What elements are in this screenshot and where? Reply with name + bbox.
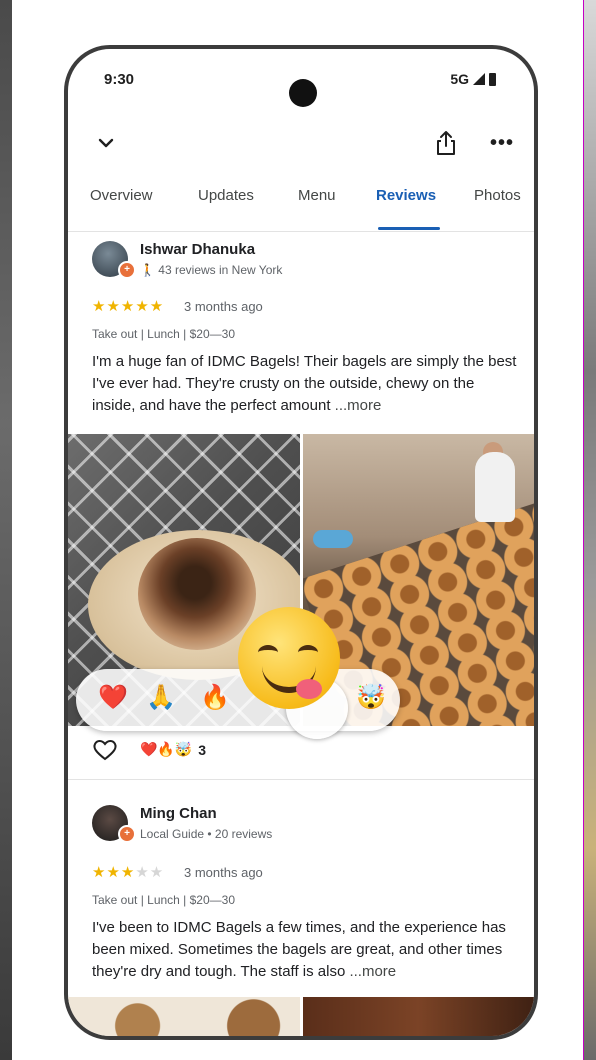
tab-menu[interactable]: Menu [298, 187, 336, 204]
stars-empty: ★★ [135, 864, 165, 881]
reviewer-name[interactable]: Ming Chan [140, 805, 217, 822]
top-app-bar: ••• [68, 125, 534, 169]
status-bar: 9:30 5G [68, 49, 534, 113]
emoji-eye-right [298, 645, 318, 660]
review-text: I'm a huge fan of IDMC Bagels! Their bag… [92, 351, 518, 417]
tab-reviews[interactable]: Reviews [376, 187, 436, 204]
review-body: I've been to IDMC Bagels a few times, an… [92, 919, 506, 980]
reaction-summary-icons: ❤️🔥🤯 [140, 741, 193, 757]
tab-photos[interactable]: Photos [474, 187, 521, 204]
review-actions [92, 739, 118, 765]
share-icon[interactable] [432, 127, 460, 159]
emoji-eye-left [258, 645, 278, 660]
phone-frame: 9:30 5G ••• Overview Updates Menu Review… [64, 45, 538, 1040]
battery-icon [489, 72, 496, 86]
more-link[interactable]: ...more [349, 963, 396, 980]
review-text: I've been to IDMC Bagels a few times, an… [92, 917, 518, 983]
review-divider [68, 779, 534, 780]
more-link[interactable]: ...more [335, 397, 382, 414]
reaction-count: 3 [198, 741, 207, 758]
reviewer-name[interactable]: Ishwar Dhanuka [140, 241, 255, 258]
more-options-icon[interactable]: ••• [488, 131, 516, 155]
review-photo-bagels[interactable] [68, 997, 300, 1036]
review-photo-interior[interactable] [302, 997, 534, 1036]
star-rating: ★★★★★ [92, 297, 164, 315]
review-date: 3 months ago [184, 299, 263, 314]
background-right [584, 0, 596, 1060]
reaction-mindblown-button[interactable]: 🤯 [356, 683, 386, 712]
reaction-fire-button[interactable]: 🔥 [200, 683, 230, 712]
star-rating: ★★★★★ [92, 863, 164, 881]
review-tags: Take out | Lunch | $20—30 [92, 893, 235, 907]
chevron-down-icon[interactable] [94, 131, 118, 155]
local-guide-badge-icon: + [118, 825, 136, 843]
reviewer-meta: Local Guide • 20 reviews [140, 827, 273, 841]
heart-outline-icon[interactable] [92, 738, 118, 767]
status-time: 9:30 [104, 71, 135, 88]
reaction-picker: ❤️ 🙏 🔥 🤯 [76, 669, 400, 731]
status-indicators: 5G [450, 71, 496, 87]
local-guide-badge-icon: + [118, 261, 136, 279]
review-tags: Take out | Lunch | $20—30 [92, 327, 235, 341]
camera-cutout [289, 79, 317, 107]
tab-bar: Overview Updates Menu Reviews Photos [68, 173, 534, 232]
active-tab-indicator [378, 227, 440, 230]
reviewer-meta-text: 43 reviews in New York [158, 263, 283, 277]
reaction-summary[interactable]: ❤️🔥🤯 3 [140, 741, 206, 758]
yum-face-icon[interactable] [238, 607, 340, 709]
review-body: I'm a huge fan of IDMC Bagels! Their bag… [92, 353, 517, 414]
network-label: 5G [450, 71, 469, 87]
reaction-heart-button[interactable]: ❤️ [98, 683, 128, 712]
review-photos [68, 997, 534, 1036]
emoji-tongue [296, 679, 322, 699]
bagel-shape [138, 538, 256, 650]
stars-filled: ★★★★★ [92, 298, 165, 315]
review-date: 3 months ago [184, 865, 263, 880]
stars-filled: ★★★ [92, 864, 136, 881]
walking-icon: 🚶 [140, 263, 155, 277]
reviewer-meta: 🚶 43 reviews in New York [140, 263, 282, 277]
glove-shape [312, 530, 353, 548]
tab-updates[interactable]: Updates [198, 187, 254, 204]
reaction-pray-button[interactable]: 🙏 [146, 683, 176, 712]
tab-overview[interactable]: Overview [90, 187, 153, 204]
background-left [0, 0, 12, 1060]
worker-body [474, 452, 515, 522]
signal-icon [473, 73, 485, 85]
